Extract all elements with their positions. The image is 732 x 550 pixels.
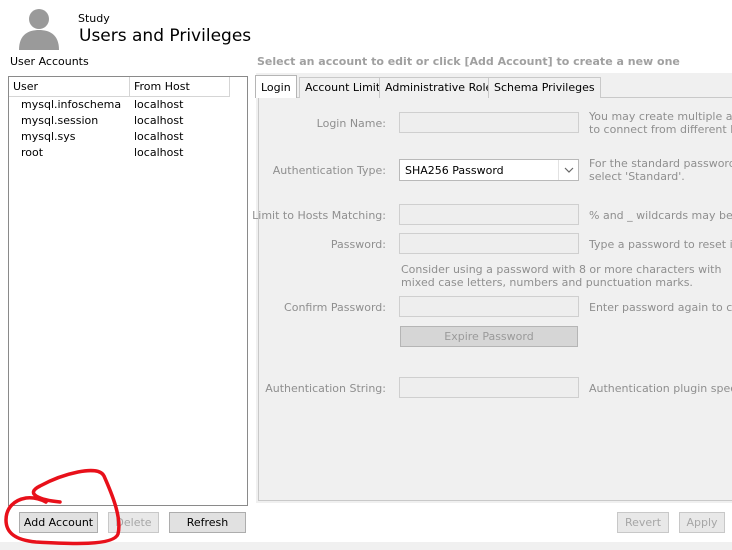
chevron-down-icon[interactable] <box>558 160 578 180</box>
password-strength-note: Consider using a password with 8 or more… <box>401 263 722 289</box>
tab-administrative-roles[interactable]: Administrative Roles <box>379 77 504 98</box>
table-row[interactable]: mysql.session localhost <box>9 113 247 129</box>
breadcrumb: Study <box>78 12 110 25</box>
tab-account-limits[interactable]: Account Limits <box>299 77 392 98</box>
delete-button[interactable]: Delete <box>108 512 159 533</box>
auth-string-label: Authentication String: <box>265 382 386 395</box>
column-header-user[interactable]: User <box>9 77 130 97</box>
status-strip <box>0 542 732 550</box>
limit-hosts-description: % and _ wildcards may be use <box>589 209 732 222</box>
auth-type-select[interactable]: SHA256 Password <box>399 159 579 181</box>
password-field[interactable] <box>399 233 579 254</box>
auth-string-description: Authentication plugin specific p <box>589 382 732 395</box>
table-row[interactable]: mysql.sys localhost <box>9 129 247 145</box>
password-description: Type a password to reset it. <box>589 238 732 251</box>
user-accounts-table[interactable]: User From Host mysql.infoschema localhos… <box>8 76 248 506</box>
tab-login[interactable]: Login <box>255 75 297 98</box>
confirm-password-field[interactable] <box>399 296 579 317</box>
page-title: Users and Privileges <box>79 26 252 46</box>
expire-password-button[interactable]: Expire Password <box>400 326 578 347</box>
password-label: Password: <box>330 238 386 251</box>
host-cell: localhost <box>134 98 184 111</box>
host-cell: localhost <box>134 114 184 127</box>
user-cell: mysql.sys <box>21 130 76 143</box>
auth-string-field[interactable] <box>399 377 579 398</box>
host-cell: localhost <box>134 146 184 159</box>
confirm-password-label: Confirm Password: <box>284 301 386 314</box>
table-row[interactable]: root localhost <box>9 145 247 161</box>
user-avatar-icon <box>16 6 62 50</box>
user-cell: mysql.infoschema <box>21 98 122 111</box>
table-row[interactable]: mysql.infoschema localhost <box>9 97 247 113</box>
host-cell: localhost <box>134 130 184 143</box>
login-name-description: You may create multiple accou to connect… <box>589 110 732 136</box>
selection-hint: Select an account to edit or click [Add … <box>257 55 680 68</box>
user-accounts-label: User Accounts <box>10 55 89 68</box>
login-name-field[interactable] <box>399 112 579 133</box>
revert-button[interactable]: Revert <box>617 512 669 533</box>
login-name-label: Login Name: <box>316 117 386 130</box>
column-header-host[interactable]: From Host <box>130 77 230 97</box>
user-cell: mysql.session <box>21 114 99 127</box>
auth-type-description: For the standard password an select 'Sta… <box>589 157 732 183</box>
limit-hosts-field[interactable] <box>399 204 579 225</box>
auth-type-value: SHA256 Password <box>405 164 504 177</box>
user-cell: root <box>21 146 44 159</box>
confirm-password-description: Enter password again to confi <box>589 301 732 314</box>
auth-type-label: Authentication Type: <box>272 164 386 177</box>
tab-schema-privileges[interactable]: Schema Privileges <box>488 77 601 98</box>
limit-hosts-label: Limit to Hosts Matching: <box>252 209 386 222</box>
add-account-button[interactable]: Add Account <box>19 512 98 533</box>
refresh-button[interactable]: Refresh <box>169 512 246 533</box>
apply-button[interactable]: Apply <box>679 512 725 533</box>
